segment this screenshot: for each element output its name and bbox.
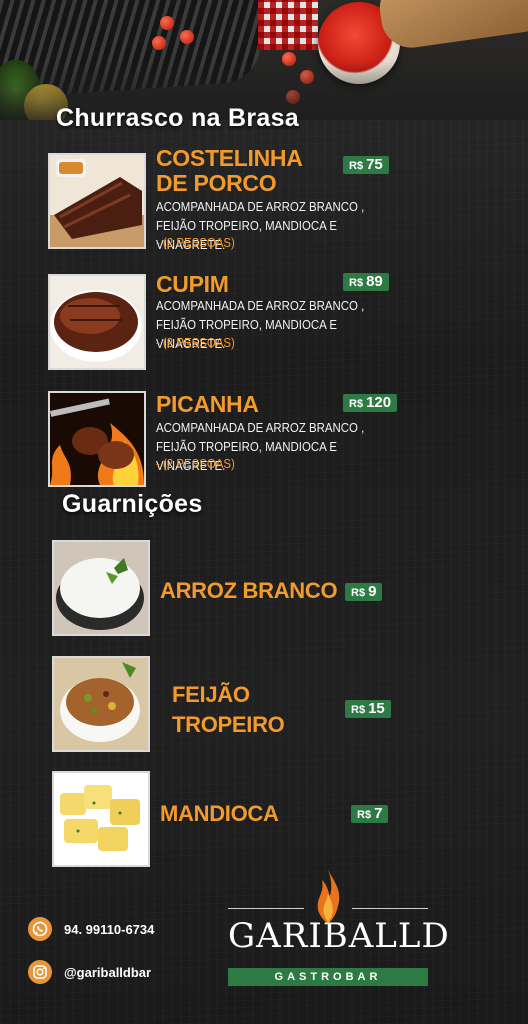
currency-label: R$ xyxy=(351,587,366,599)
rice-photo xyxy=(52,540,150,636)
brand-logo: GARIBALLD GASTROBAR xyxy=(228,870,450,990)
price-value: 15 xyxy=(368,700,385,717)
divider xyxy=(228,908,304,909)
menu-item-serves: - (2 PESSOAS) xyxy=(156,235,235,250)
instagram-contact[interactable]: @gariballdbar xyxy=(28,960,151,984)
price-value: 89 xyxy=(366,273,383,290)
section-title-guarnicoes: Guarnições xyxy=(62,490,203,518)
price-badge: R$ 9 xyxy=(345,583,383,601)
price-badge: R$ 75 xyxy=(343,156,389,174)
menu-item-name: PICANHA xyxy=(156,391,259,417)
cutting-board-photo xyxy=(375,0,528,52)
instagram-icon xyxy=(28,960,52,984)
tomato-icon xyxy=(160,16,174,30)
price-badge: R$ 15 xyxy=(345,700,391,718)
cassava-photo xyxy=(52,771,150,867)
section-title-churrasco: Churrasco na Brasa xyxy=(56,104,299,132)
menu-item-serves: - (2 PESSOAS) xyxy=(156,335,235,350)
menu-item-serves: - (2 PESSOAS) xyxy=(156,456,235,471)
currency-label: R$ xyxy=(349,160,364,172)
currency-label: R$ xyxy=(349,398,364,410)
currency-label: R$ xyxy=(349,277,364,289)
brand-name: GARIBALLD xyxy=(228,916,450,956)
whatsapp-icon xyxy=(28,917,52,941)
phone-contact[interactable]: 94. 99110-6734 xyxy=(28,917,154,941)
side-item-name: MANDIOCA xyxy=(160,801,279,826)
price-badge: R$ 7 xyxy=(351,805,389,823)
napkin-photo xyxy=(258,0,318,50)
currency-label: R$ xyxy=(357,809,372,821)
divider xyxy=(352,908,428,909)
price-value: 120 xyxy=(366,394,392,411)
price-value: 7 xyxy=(374,805,383,822)
header-food-photo xyxy=(0,0,528,120)
ribs-photo xyxy=(48,153,146,249)
roast-beef-photo xyxy=(48,274,146,370)
phone-number: 94. 99110-6734 xyxy=(64,921,155,937)
side-item-name: ARROZ BRANCO xyxy=(160,578,338,603)
picanha-skewer-photo xyxy=(48,391,146,487)
beans-photo xyxy=(52,656,150,752)
price-badge: R$ 89 xyxy=(343,273,389,291)
price-value: 75 xyxy=(366,156,383,173)
price-value: 9 xyxy=(368,583,377,600)
side-item-name: FEIJÃO TROPEIRO xyxy=(172,682,285,737)
menu-item-name: CUPIM xyxy=(156,271,229,297)
menu-item-name: COSTELINHA DE PORCO xyxy=(156,145,303,196)
currency-label: R$ xyxy=(351,704,366,716)
instagram-handle: @gariballdbar xyxy=(64,964,152,980)
tomato-icon xyxy=(180,30,194,44)
price-badge: R$ 120 xyxy=(343,394,398,412)
brand-tagline: GASTROBAR xyxy=(228,968,428,986)
tomato-icon xyxy=(152,36,166,50)
